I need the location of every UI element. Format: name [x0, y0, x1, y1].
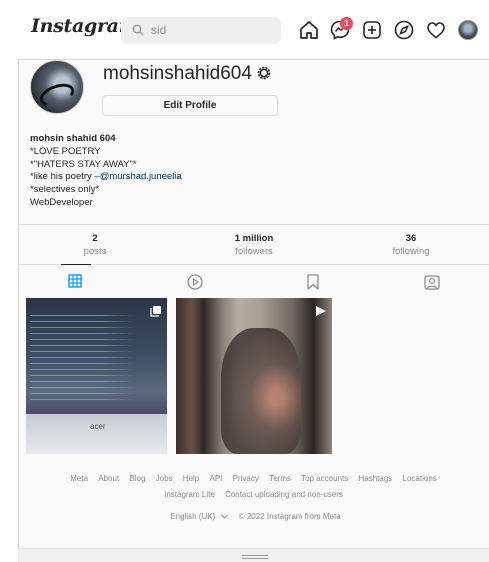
language-select[interactable]: English (UK): [166, 512, 229, 521]
post-image-brand: acer: [90, 422, 106, 431]
bio-line-mention: *like his poetry –@murshad.juneelia: [30, 171, 182, 184]
footer-link-about[interactable]: About: [98, 474, 119, 483]
resize-grip-icon[interactable]: [242, 555, 268, 559]
footer-link-terms[interactable]: Terms: [269, 474, 291, 483]
profile-avatar-nav[interactable]: [458, 20, 478, 40]
post-thumbnail-video[interactable]: [176, 298, 332, 454]
tagged-icon: [424, 275, 440, 290]
new-post-icon[interactable]: [361, 19, 383, 41]
stat-following-value: 36: [405, 233, 417, 244]
search-input[interactable]: sid: [121, 17, 281, 44]
bio-line: *"HATERS STAY AWAY"*: [30, 158, 137, 170]
bio-like-text: *like his poetry –: [30, 171, 100, 183]
reels-icon: [187, 274, 203, 290]
post-image-code: [30, 312, 160, 402]
bio-mention-link[interactable]: @murshad.juneelia: [100, 171, 182, 182]
footer-link-contact-uploading[interactable]: Contact uploading and non-users: [225, 490, 343, 499]
carousel-icon: [150, 306, 161, 317]
footer-copyright-row: English (UK) © 2022 Instagram from Meta: [18, 512, 489, 521]
saved-icon: [307, 274, 319, 290]
footer-link-blog[interactable]: Blog: [129, 474, 145, 483]
search-icon: [132, 24, 144, 36]
home-icon[interactable]: [298, 19, 320, 41]
footer-link-api[interactable]: API: [209, 474, 222, 483]
tab-saved[interactable]: [299, 265, 329, 298]
chevron-down-icon: [221, 514, 229, 519]
video-icon: [316, 306, 326, 316]
profile-stats: 2 posts 1 million followers 36 following: [18, 224, 489, 264]
post-image-laptop-body: [26, 414, 167, 454]
footer-link-instagram-lite[interactable]: Instagram Lite: [164, 490, 215, 499]
footer-link-locations[interactable]: Locations: [403, 474, 437, 483]
footer-links-row: Meta About Blog Jobs Help API Privacy Te…: [18, 471, 489, 487]
tab-posts-grid[interactable]: [61, 264, 91, 297]
stat-following-label: following: [392, 246, 430, 257]
top-navbar: Instagram sid 1: [18, 0, 489, 60]
post-image-face: [221, 328, 301, 454]
footer-link-hashtags[interactable]: Hashtags: [358, 474, 392, 483]
footer-link-top-accounts[interactable]: Top accounts: [301, 474, 348, 483]
settings-gear-icon[interactable]: [256, 65, 272, 81]
bio-line: *selectives only*: [30, 184, 100, 196]
footer-link-privacy[interactable]: Privacy: [233, 474, 259, 483]
profile-avatar[interactable]: [30, 60, 84, 114]
footer-links: Meta About Blog Jobs Help API Privacy Te…: [18, 471, 489, 503]
stat-followers[interactable]: 1 million followers: [224, 233, 284, 257]
activity-heart-icon[interactable]: [425, 19, 447, 41]
footer-link-meta[interactable]: Meta: [70, 474, 88, 483]
language-label: English (UK): [170, 512, 216, 521]
bio-line: *LOVE POETRY: [30, 145, 101, 157]
post-thumbnail-laptop[interactable]: acer: [26, 298, 167, 454]
tab-tagged[interactable]: [417, 265, 447, 298]
stat-posts-label: posts: [83, 246, 107, 257]
footer-links-row-2: Instagram Lite Contact uploading and non…: [18, 487, 489, 503]
footer-link-help[interactable]: Help: [183, 474, 199, 483]
stat-following[interactable]: 36 following: [386, 233, 436, 257]
grid-icon: [68, 274, 82, 288]
notification-badge: 1: [340, 17, 353, 30]
tab-reels[interactable]: [180, 265, 210, 298]
stat-posts-value: 2: [92, 233, 98, 244]
profile-bio: mohsin shahid 604 *LOVE POETRY *"HATERS …: [30, 133, 182, 210]
stat-followers-value: 1 million: [234, 233, 274, 244]
explore-icon[interactable]: [393, 19, 415, 41]
profile-username: mohsinshahid604: [103, 63, 252, 84]
bio-line: WebDeveloper: [30, 196, 93, 208]
stat-followers-label: followers: [235, 246, 273, 257]
stat-posts: 2 posts: [80, 233, 110, 257]
bio-full-name: mohsin shahid 604: [30, 133, 116, 144]
search-value: sid: [151, 23, 167, 37]
edit-profile-button[interactable]: Edit Profile: [102, 95, 278, 116]
copyright-text: © 2022 Instagram from Meta: [238, 512, 341, 521]
footer-link-jobs[interactable]: Jobs: [156, 474, 173, 483]
profile-tabs: [18, 264, 489, 298]
